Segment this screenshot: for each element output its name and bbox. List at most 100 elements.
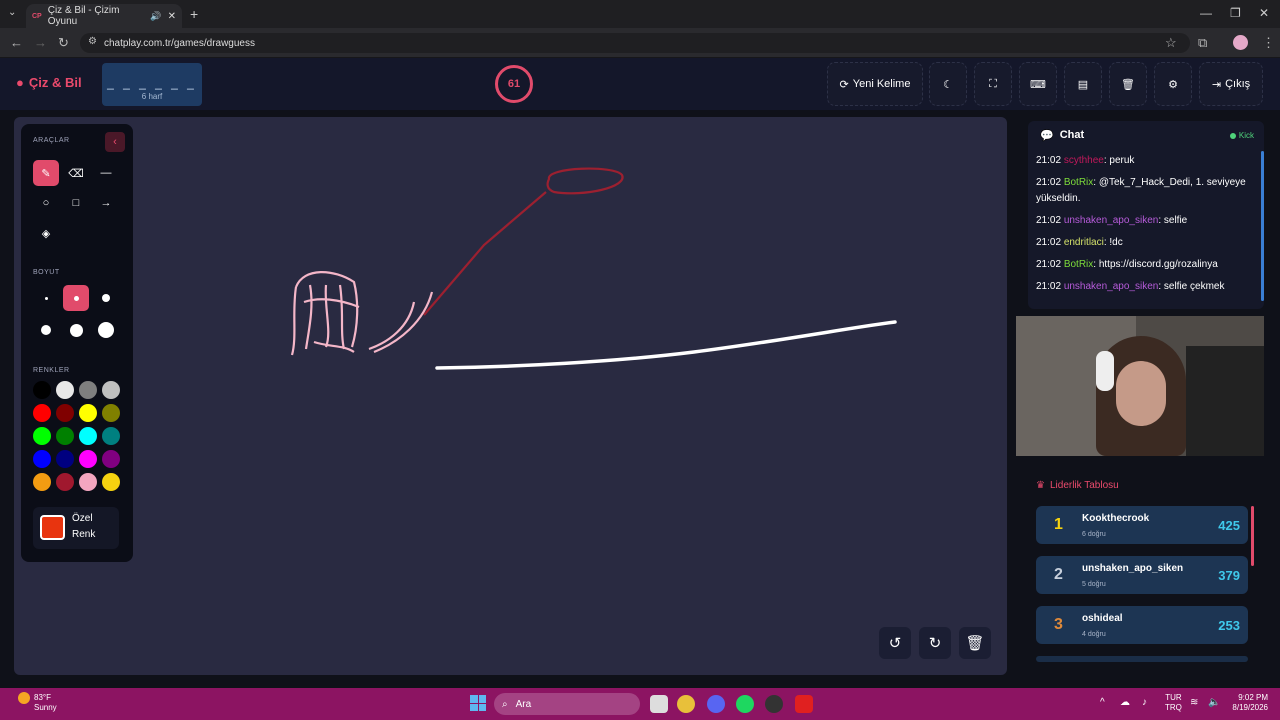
fullscreen-button[interactable]: ⛶ <box>974 62 1012 106</box>
cam-microphone-arm <box>1186 346 1264 456</box>
tab-search-icon[interactable]: ⌄ <box>8 7 16 18</box>
extensions-icon[interactable]: ⧉ <box>1198 35 1207 51</box>
collapse-tools-button[interactable]: ‹ <box>105 132 125 152</box>
player-correct: 5 doğru <box>1082 581 1106 588</box>
clear-canvas-button[interactable]: 🗑 <box>959 627 991 659</box>
clock[interactable]: 9:02 PM 8/19/2026 <box>1224 693 1268 713</box>
color-swatch[interactable] <box>102 450 120 468</box>
color-swatch[interactable] <box>56 381 74 399</box>
color-swatch[interactable] <box>33 381 51 399</box>
theme-toggle-button[interactable]: ☾ <box>929 62 967 106</box>
keyboard-button[interactable]: ⌨ <box>1019 62 1057 106</box>
size-3[interactable] <box>93 285 119 311</box>
close-window-icon[interactable]: ✕ <box>1259 6 1269 20</box>
red-stroke-line <box>423 191 547 316</box>
message-text: : !dc <box>1103 237 1123 248</box>
new-tab-button[interactable]: + <box>190 6 198 22</box>
search-label: Ara <box>515 698 532 710</box>
exit-button[interactable]: ⇥ Çıkış <box>1199 62 1263 106</box>
discord-icon[interactable] <box>707 695 725 713</box>
color-swatch[interactable] <box>102 404 120 422</box>
undo-button[interactable]: ↺ <box>879 627 911 659</box>
tab-close-icon[interactable]: ✕ <box>168 11 176 22</box>
delete-button[interactable]: 🗑 <box>1109 62 1147 106</box>
color-swatch[interactable] <box>102 473 120 491</box>
message-user[interactable]: unshaken_apo_siken <box>1064 281 1159 292</box>
arrow-tool[interactable]: → <box>93 190 119 216</box>
obs-icon[interactable] <box>765 695 783 713</box>
settings-button[interactable]: ⚙ <box>1154 62 1192 106</box>
clock-date: 8/19/2026 <box>1232 703 1268 712</box>
color-swatch[interactable] <box>79 381 97 399</box>
drawing-canvas[interactable] <box>14 117 1007 675</box>
chrome-icon[interactable] <box>677 695 695 713</box>
message-user[interactable]: endritlaci <box>1064 237 1104 248</box>
word-hint-box: _ _ _ _ _ _ 6 harf <box>102 63 202 106</box>
size-2[interactable] <box>63 285 89 311</box>
color-swatch[interactable] <box>102 381 120 399</box>
tray-chevron-icon[interactable]: ^ <box>1100 697 1105 708</box>
volume-icon[interactable]: 🔈 <box>1208 697 1220 708</box>
color-swatch[interactable] <box>56 404 74 422</box>
color-swatch[interactable] <box>33 450 51 468</box>
weather-widget[interactable]: 83°F Sunny <box>34 693 57 713</box>
taskbar-search[interactable]: ⌕ Ara <box>494 693 640 715</box>
leaderboard-scrollbar[interactable] <box>1251 506 1254 566</box>
archive-button[interactable]: ▤ <box>1064 62 1102 106</box>
circle-tool[interactable]: ○ <box>33 190 59 216</box>
spotify-icon[interactable] <box>736 695 754 713</box>
redo-button[interactable]: ↻ <box>919 627 951 659</box>
bookmark-star-icon[interactable]: ☆ <box>1165 35 1177 51</box>
chat-scrollbar[interactable] <box>1261 151 1264 301</box>
input-language[interactable]: TUR TRQ <box>1165 693 1182 713</box>
windows-start-icon[interactable] <box>470 695 486 711</box>
line-tool[interactable]: — <box>93 160 119 186</box>
message-user[interactable]: unshaken_apo_siken <box>1064 215 1159 226</box>
custom-color-swatch[interactable] <box>40 515 65 540</box>
file-explorer-icon[interactable] <box>650 695 668 713</box>
chat-header: 💬 Chat <box>1040 129 1084 142</box>
message-user[interactable]: BotRix <box>1064 259 1093 270</box>
browser-tab[interactable]: CP Çiz & Bil - Çizim Oyunu 🔊 ✕ <box>26 4 182 28</box>
size-5[interactable] <box>63 317 89 343</box>
color-swatch[interactable] <box>56 450 74 468</box>
message-user[interactable]: scythhee <box>1064 155 1104 166</box>
app-icon[interactable] <box>795 695 813 713</box>
color-swatch[interactable] <box>102 427 120 445</box>
url-field[interactable]: chatplay.com.tr/games/drawguess <box>80 33 1190 53</box>
size-1[interactable] <box>33 285 59 311</box>
color-swatch[interactable] <box>56 427 74 445</box>
color-swatch[interactable] <box>33 427 51 445</box>
platform-name: Kick <box>1238 131 1254 140</box>
color-swatch[interactable] <box>33 404 51 422</box>
reload-icon[interactable]: ↻ <box>58 35 69 51</box>
color-swatch[interactable] <box>79 450 97 468</box>
color-swatch[interactable] <box>79 427 97 445</box>
network-icon[interactable]: ☁ <box>1120 697 1130 708</box>
mic-icon[interactable]: ♪ <box>1142 697 1147 708</box>
browser-menu-icon[interactable]: ⋮ <box>1262 35 1275 51</box>
brush-tool[interactable]: ✎ <box>33 160 59 186</box>
tab-audio-icon[interactable]: 🔊 <box>150 11 161 22</box>
new-word-button[interactable]: ⟳ Yeni Kelime <box>827 62 923 106</box>
message-user[interactable]: BotRix <box>1064 177 1093 188</box>
color-swatch[interactable] <box>79 404 97 422</box>
minimize-icon[interactable]: — <box>1200 6 1212 20</box>
size-6[interactable] <box>93 317 119 343</box>
color-swatch[interactable] <box>79 473 97 491</box>
rectangle-tool[interactable]: □ <box>63 190 89 216</box>
forward-icon[interactable]: → <box>34 35 47 50</box>
size-4[interactable] <box>33 317 59 343</box>
weather-temp: 83°F <box>34 693 51 702</box>
wifi-icon[interactable]: ≋ <box>1190 697 1198 708</box>
site-info-icon[interactable]: ⚙ <box>88 36 97 47</box>
back-icon[interactable]: ← <box>10 35 23 50</box>
custom-color-picker[interactable]: Özel Renk <box>33 507 119 549</box>
profile-avatar[interactable] <box>1233 35 1248 50</box>
colors-heading: RENKLER <box>33 367 70 374</box>
color-swatch[interactable] <box>56 473 74 491</box>
fill-tool[interactable]: ◈ <box>33 220 59 246</box>
eraser-tool[interactable]: ⌫ <box>63 160 89 186</box>
color-swatch[interactable] <box>33 473 51 491</box>
restore-icon[interactable]: ❐ <box>1230 6 1241 20</box>
